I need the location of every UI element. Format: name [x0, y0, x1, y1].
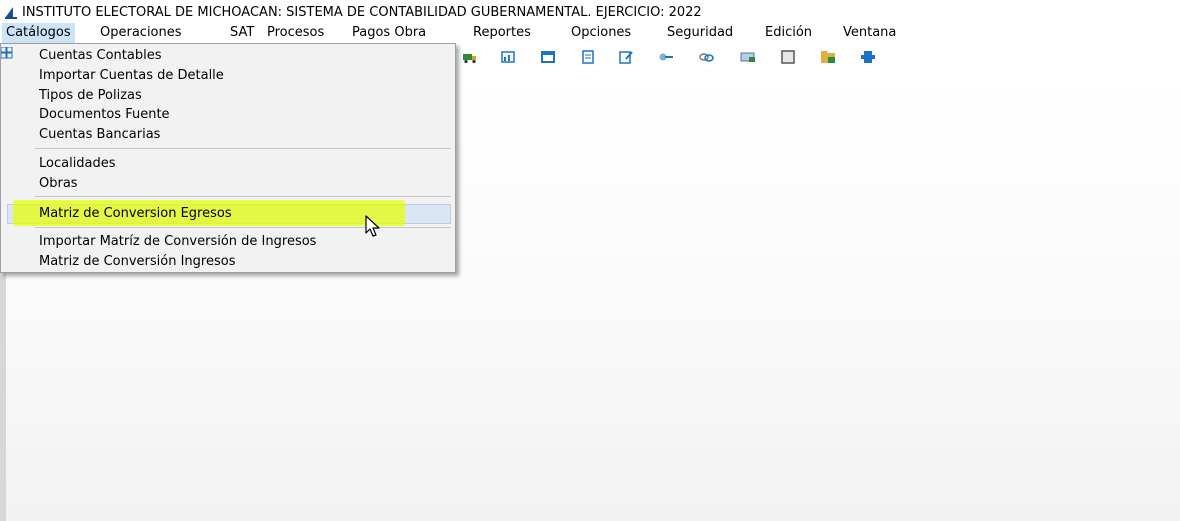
notebook-icon[interactable] [780, 50, 796, 64]
connector-icon[interactable] [860, 50, 876, 64]
menu-ventana[interactable]: Ventana [839, 23, 900, 43]
title-bar: INSTITUTO ELECTORAL DE MICHOACAN: SISTEM… [0, 0, 1180, 24]
window-icon[interactable] [540, 50, 556, 64]
menu-item-tipos-polizas[interactable]: Tipos de Polizas [39, 86, 142, 106]
menu-separator [35, 227, 451, 228]
mouse-cursor-icon [365, 215, 380, 237]
menu-item-cuentas-bancarias[interactable]: Cuentas Bancarias [39, 125, 160, 145]
menu-seguridad[interactable]: Seguridad [663, 23, 737, 43]
app-logo-icon [5, 7, 17, 19]
key-icon[interactable] [658, 50, 674, 64]
menu-bar: Catálogos Operaciones SAT Procesos Pagos… [0, 23, 1180, 43]
window-title: INSTITUTO ELECTORAL DE MICHOACAN: SISTEM… [22, 4, 702, 20]
menu-item-obras[interactable]: Obras [39, 174, 78, 194]
menu-sat[interactable]: SAT [226, 23, 258, 43]
document-icon[interactable] [580, 50, 596, 64]
money-icon[interactable] [740, 50, 756, 64]
chain-icon[interactable] [698, 50, 714, 64]
menu-item-cuentas-contables[interactable]: Cuentas Contables [39, 46, 162, 66]
menu-operaciones[interactable]: Operaciones [96, 23, 186, 43]
menu-item-matriz-conversion-egresos[interactable]: Matriz de Conversion Egresos [39, 204, 232, 224]
grid-icon [1, 47, 13, 59]
menu-item-localidades[interactable]: Localidades [39, 154, 116, 174]
menu-separator [35, 196, 451, 197]
menu-pagos-obra[interactable]: Pagos Obra [348, 23, 430, 43]
folder-icon[interactable] [820, 50, 836, 64]
menu-opciones[interactable]: Opciones [567, 23, 635, 43]
edit-document-icon[interactable] [618, 50, 634, 64]
truck-icon[interactable] [462, 50, 478, 64]
menu-edicion[interactable]: Edición [761, 23, 816, 43]
menu-item-importar-matriz-ingresos[interactable]: Importar Matríz de Conversión de Ingreso… [39, 232, 316, 252]
menu-catalogos[interactable]: Catálogos [2, 23, 75, 43]
menu-item-matriz-conversion-ingresos[interactable]: Matriz de Conversión Ingresos [39, 252, 235, 272]
menu-item-documentos-fuente[interactable]: Documentos Fuente [39, 105, 170, 125]
catalogos-dropdown-menu: Cuentas Contables Importar Cuentas de De… [0, 43, 456, 273]
chart-icon[interactable] [500, 50, 516, 64]
menu-reportes[interactable]: Reportes [469, 23, 535, 43]
menu-gutter [1, 44, 29, 272]
menu-separator [35, 148, 451, 149]
menu-item-importar-cuentas-detalle[interactable]: Importar Cuentas de Detalle [39, 66, 224, 86]
menu-procesos[interactable]: Procesos [263, 23, 328, 43]
